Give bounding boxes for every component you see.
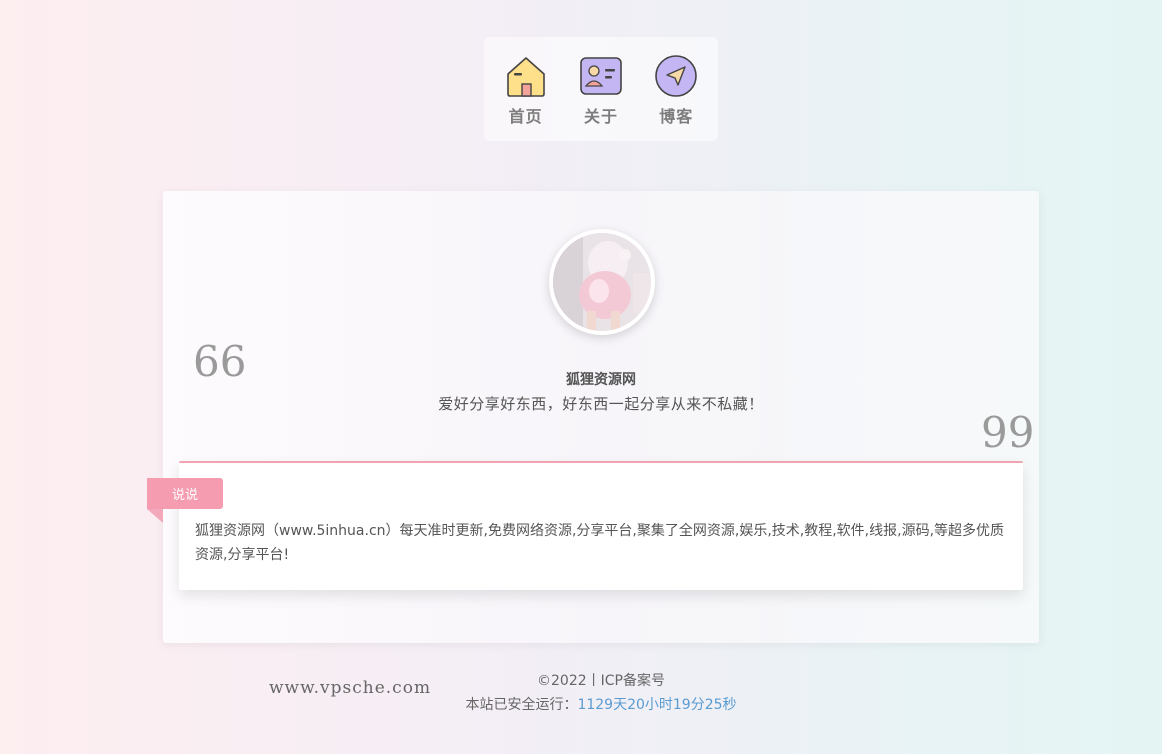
avatar-image [553, 233, 651, 331]
footer-uptime: 本站已安全运行：1129天20小时19分25秒 [0, 694, 1162, 714]
avatar[interactable] [549, 229, 655, 335]
nav-item-about[interactable]: 关于 [564, 37, 638, 141]
footer-copyright: ©2022丨ICP备案号 [0, 670, 1162, 690]
send-icon [655, 55, 698, 97]
home-icon [506, 57, 545, 97]
nav-label-home: 首页 [508, 107, 543, 126]
close-quote-icon: 99 [981, 408, 1035, 457]
nav-item-blog[interactable]: 博客 [639, 37, 713, 141]
shuoshuo-text: 狐狸资源网（www.5inhua.cn）每天准时更新,免费网络资源,分享平台,聚… [195, 523, 1005, 563]
site-name: 狐狸资源网 [566, 372, 636, 388]
nav-label-blog: 博客 [659, 107, 694, 126]
shuoshuo-tag: 说说 [147, 478, 223, 509]
shuoshuo-panel: 说说 狐狸资源网（www.5inhua.cn）每天准时更新,免费网络资源,分享平… [147, 461, 1023, 590]
site-motto: 爱好分享好东西，好东西一起分享从来不私藏！ [438, 395, 764, 413]
uptime-value: 1129天20小时19分25秒 [577, 697, 737, 713]
tag-fold-decoration [147, 509, 163, 523]
uptime-label: 本站已安全运行： [465, 697, 578, 713]
copyright-text[interactable]: ©2022丨ICP备案号 [537, 673, 665, 689]
id-card-icon [580, 57, 622, 95]
top-nav: 首页 关于 博客 [484, 37, 718, 141]
nav-item-home[interactable]: 首页 [489, 37, 563, 141]
nav-label-about: 关于 [583, 107, 618, 126]
profile-card: 66 99 狐狸资源网 爱好分享好东西，好东西一起分享从来不私藏！ 说说 狐狸资… [147, 191, 1039, 643]
